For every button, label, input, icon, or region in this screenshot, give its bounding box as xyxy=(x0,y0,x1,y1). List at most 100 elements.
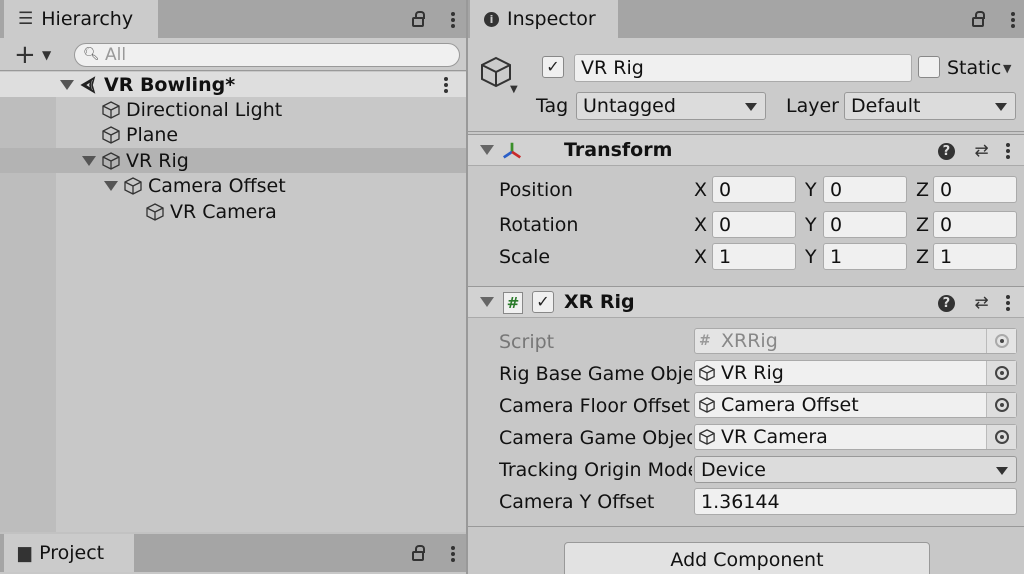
xr-rig-title: XR Rig xyxy=(564,291,635,313)
kebab-menu-icon[interactable] xyxy=(1006,295,1010,311)
collapse-arrow-icon[interactable] xyxy=(480,145,494,155)
create-dropdown-icon[interactable]: ▼ xyxy=(42,48,51,62)
object-picker[interactable] xyxy=(986,329,1016,353)
scene-row[interactable]: VR Bowling* xyxy=(0,72,466,97)
position-x-label[interactable]: X xyxy=(694,179,707,201)
tab-project-label: Project xyxy=(39,542,105,564)
project-tab-icons xyxy=(412,544,456,564)
tab-inspector-label: Inspector xyxy=(507,8,596,30)
hierarchy-search-input[interactable]: 🔍︎ All xyxy=(74,43,460,67)
position-x-field[interactable]: 0 xyxy=(712,176,796,203)
expand-arrow-icon[interactable] xyxy=(82,155,96,166)
position-y-label[interactable]: Y xyxy=(805,179,817,201)
unity-logo-icon xyxy=(80,75,96,94)
static-dropdown-icon[interactable]: ▼ xyxy=(1003,62,1011,75)
scale-y-field[interactable]: 1 xyxy=(823,243,907,270)
floor-offset-field[interactable]: Camera Offset xyxy=(694,392,1017,418)
static-label[interactable]: Static xyxy=(947,57,1001,79)
object-picker[interactable] xyxy=(986,425,1016,449)
target-picker-icon xyxy=(994,334,1009,348)
transform-header[interactable]: Transform ? ⇄ xyxy=(468,134,1024,166)
position-z-label[interactable]: Z xyxy=(916,179,929,201)
expand-arrow-icon[interactable] xyxy=(104,180,118,191)
rotation-z-field[interactable]: 0 xyxy=(933,211,1017,238)
rotation-x-field[interactable]: 0 xyxy=(712,211,796,238)
scale-x-field[interactable]: 1 xyxy=(712,243,796,270)
lock-icon[interactable] xyxy=(972,11,985,27)
tab-project[interactable]: ▆ Project xyxy=(4,534,134,572)
list-item-label: Plane xyxy=(126,123,179,146)
rig-base-field[interactable]: VR Rig xyxy=(694,360,1017,386)
list-item-label: Directional Light xyxy=(126,98,283,121)
rotation-y-field[interactable]: 0 xyxy=(823,211,907,238)
list-item-plane[interactable]: Plane xyxy=(0,122,466,147)
list-item-camera-offset[interactable]: Camera Offset xyxy=(0,173,466,198)
scale-y-value: 1 xyxy=(830,245,843,268)
chevron-down-icon xyxy=(745,103,757,111)
list-item-directional-light[interactable]: Directional Light xyxy=(0,97,466,122)
script-value: XRRig xyxy=(721,330,778,352)
panel-splitter[interactable] xyxy=(466,0,468,574)
position-y-field[interactable]: 0 xyxy=(823,176,907,203)
object-name-field[interactable]: VR Rig xyxy=(574,54,912,82)
kebab-menu-icon[interactable] xyxy=(451,546,456,562)
object-picker[interactable] xyxy=(986,393,1016,417)
scale-z-field[interactable]: 1 xyxy=(933,243,1017,270)
tag-dropdown[interactable]: Untagged xyxy=(576,92,766,120)
scale-z-value: 1 xyxy=(940,245,953,268)
inspector-panel: i Inspector ▼ ✓ VR Rig Static ▼ Tag Unta… xyxy=(468,0,1024,574)
active-checkbox[interactable]: ✓ xyxy=(542,56,564,78)
lock-icon[interactable] xyxy=(412,11,425,27)
script-hash-icon: # xyxy=(503,292,523,314)
object-picker[interactable] xyxy=(986,361,1016,385)
icon-dropdown-icon[interactable]: ▼ xyxy=(510,84,518,95)
create-plus-icon[interactable]: + xyxy=(14,40,36,70)
xr-rig-enabled-checkbox[interactable]: ✓ xyxy=(532,291,554,313)
kebab-menu-icon[interactable] xyxy=(1011,12,1016,28)
lock-icon[interactable] xyxy=(412,545,425,561)
add-component-button[interactable]: Add Component xyxy=(564,542,930,574)
rotation-x-label[interactable]: X xyxy=(694,214,707,236)
target-picker-icon xyxy=(994,430,1009,444)
collapse-arrow-icon[interactable] xyxy=(480,297,494,307)
static-checkbox[interactable] xyxy=(918,56,940,78)
tab-inspector[interactable]: i Inspector xyxy=(470,0,618,38)
scale-x-label[interactable]: X xyxy=(694,246,707,268)
script-hash-icon: # xyxy=(699,333,711,349)
preset-sliders-icon[interactable]: ⇄ xyxy=(974,293,988,313)
position-z-value: 0 xyxy=(940,178,953,201)
transform-title: Transform xyxy=(564,139,673,161)
script-label: Script xyxy=(499,331,555,353)
camera-y-offset-value: 1.36144 xyxy=(701,490,780,513)
rotation-z-value: 0 xyxy=(940,213,953,236)
tracking-origin-dropdown[interactable]: Device xyxy=(694,456,1017,483)
chevron-down-icon xyxy=(996,466,1008,475)
preset-sliders-icon[interactable]: ⇄ xyxy=(974,141,988,161)
tab-hierarchy[interactable]: ☰ Hierarchy xyxy=(4,0,158,38)
kebab-menu-icon[interactable] xyxy=(1006,143,1010,159)
scene-menu-icon[interactable] xyxy=(444,77,448,93)
project-panel: ▆ Project xyxy=(0,534,466,574)
help-icon[interactable]: ? xyxy=(937,294,955,312)
list-item-vr-rig[interactable]: VR Rig xyxy=(0,148,466,173)
scene-label: VR Bowling* xyxy=(104,73,236,96)
scale-z-label[interactable]: Z xyxy=(916,246,929,268)
list-item-vr-camera[interactable]: VR Camera xyxy=(0,199,466,224)
camera-go-field[interactable]: VR Camera xyxy=(694,424,1017,450)
expand-arrow-icon[interactable] xyxy=(60,79,74,90)
gameobject-cube-icon xyxy=(102,100,120,119)
rotation-z-label[interactable]: Z xyxy=(916,214,929,236)
script-field[interactable]: # XRRig xyxy=(694,328,1017,354)
camera-y-offset-label: Camera Y Offset xyxy=(499,491,655,513)
position-z-field[interactable]: 0 xyxy=(933,176,1017,203)
tracking-origin-value: Device xyxy=(701,458,766,481)
layer-dropdown[interactable]: Default xyxy=(844,92,1016,120)
help-icon[interactable]: ? xyxy=(937,142,955,160)
kebab-menu-icon[interactable] xyxy=(451,12,456,28)
chevron-down-icon xyxy=(995,103,1007,111)
rotation-y-label[interactable]: Y xyxy=(805,214,817,236)
scale-y-label[interactable]: Y xyxy=(805,246,817,268)
xr-rig-header[interactable]: # ✓ XR Rig ? ⇄ xyxy=(468,286,1024,318)
gameobject-cube-icon[interactable] xyxy=(480,56,512,88)
camera-y-offset-field[interactable]: 1.36144 xyxy=(694,488,1017,515)
